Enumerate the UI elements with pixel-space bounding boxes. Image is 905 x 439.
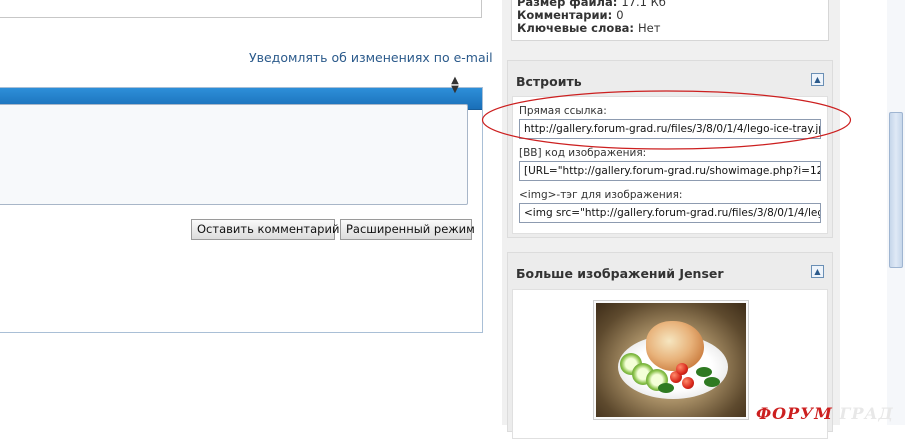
keywords-line: Ключевые слова: Нет [517, 22, 823, 35]
more-images-title: Больше изображений Jenser [516, 266, 724, 281]
comments-count-value: 0 [616, 8, 624, 22]
collapse-icon[interactable]: ▲ [811, 265, 824, 278]
img-tag-field[interactable]: <img src="http://gallery.forum-grad.ru/f… [519, 203, 821, 223]
herb-shape [704, 377, 720, 387]
watermark-part2: ГРАД [839, 404, 894, 423]
page-scrollbar[interactable] [887, 0, 905, 425]
watermark-logo: ФОРУМ ГРАД [756, 404, 894, 423]
herb-shape [696, 367, 712, 377]
resize-toggle-icon[interactable]: ▲ ▼ [450, 76, 460, 96]
embed-fields: Прямая ссылка: http://gallery.forum-grad… [512, 96, 828, 234]
direct-link-label: Прямая ссылка: [519, 105, 607, 117]
scrollbar-thumb[interactable] [889, 112, 903, 268]
sidebar: Размер файла: 17.1 Кб Комментарии: 0 Клю… [502, 0, 840, 439]
comments-count-label: Комментарии: [517, 8, 613, 22]
direct-link-field[interactable]: http://gallery.forum-grad.ru/files/3/8/0… [519, 119, 821, 139]
tomato-shape [676, 363, 688, 375]
bb-code-label: [BB] код изображения: [519, 147, 647, 159]
collapse-icon[interactable]: ▲ [811, 73, 824, 86]
notify-email-link[interactable]: Уведомлять об изменениях по e-mail [249, 50, 493, 65]
embed-block: Встроить ▲ Прямая ссылка: http://gallery… [507, 60, 833, 238]
keywords-label: Ключевые слова: [517, 21, 634, 35]
top-content-box [0, 0, 482, 18]
herb-shape [658, 383, 674, 393]
watermark-part1: ФОРУМ [756, 404, 833, 423]
file-size-value: 17.1 Кб [621, 0, 666, 9]
image-thumbnail-link[interactable] [593, 300, 749, 420]
submit-comment-button[interactable]: Оставить комментарий [191, 219, 339, 240]
image-thumbnail [596, 303, 746, 417]
food-shape [646, 321, 704, 371]
file-info-box: Размер файла: 17.1 Кб Комментарии: 0 Клю… [511, 0, 829, 41]
embed-title: Встроить [516, 74, 582, 89]
advanced-mode-button[interactable]: Расширенный режим [340, 219, 475, 240]
tomato-shape [682, 377, 694, 389]
comment-textarea[interactable] [0, 104, 468, 205]
img-tag-label: <img>-тэг для изображения: [519, 189, 683, 201]
keywords-value: Нет [637, 21, 661, 35]
bb-code-field[interactable]: [URL="http://gallery.forum-grad.ru/showi… [519, 161, 821, 181]
